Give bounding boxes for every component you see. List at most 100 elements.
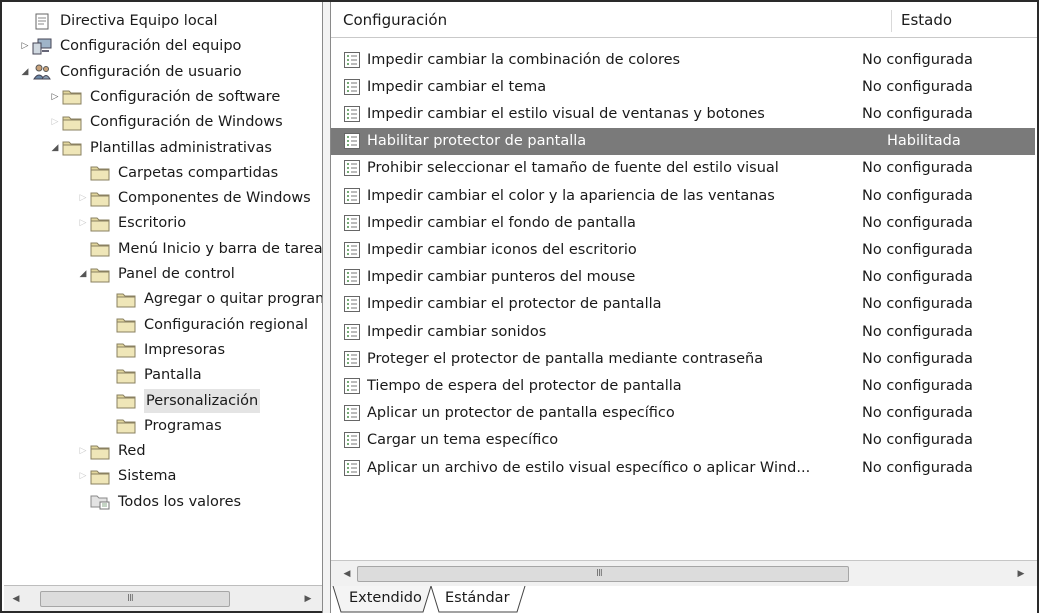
setting-state: No configurada: [862, 241, 973, 258]
table-row[interactable]: Impedir cambiar sonidos No configurada: [331, 318, 1035, 345]
tab-estandar[interactable]: Estándar: [439, 586, 516, 612]
folder-icon: [90, 468, 110, 485]
table-row[interactable]: Impedir cambiar iconos del escritorio No …: [331, 236, 1035, 263]
tree-item[interactable]: ◢ Plantillas administrativas: [48, 136, 272, 160]
setting-name: Impedir cambiar el fondo de pantalla: [367, 214, 636, 231]
table-row[interactable]: Aplicar un protector de pantalla específ…: [331, 400, 1035, 427]
tab-extendido[interactable]: Extendido: [343, 586, 428, 612]
collapse-arrow-icon[interactable]: ◢: [76, 262, 90, 286]
tree-item[interactable]: Personalización: [102, 388, 261, 413]
users-icon: [32, 63, 52, 80]
tree-item[interactable]: ▷ Configuración de Windows: [48, 110, 283, 134]
tree-item[interactable]: Agregar o quitar programas: [102, 287, 322, 311]
all-settings-icon: [90, 493, 110, 510]
scrollbar-thumb[interactable]: III: [357, 566, 849, 582]
tree-item[interactable]: ▷ Sistema: [76, 464, 176, 488]
column-separator[interactable]: [891, 10, 892, 32]
tree-item[interactable]: Menú Inicio y barra de tareas: [76, 237, 322, 261]
tree-item[interactable]: Configuración regional: [102, 313, 308, 337]
tree-item[interactable]: ▷ Componentes de Windows: [76, 186, 311, 210]
collapse-arrow-icon[interactable]: ◢: [18, 60, 32, 84]
tree-item[interactable]: Directiva Equipo local: [18, 9, 218, 33]
setting-name: Impedir cambiar el estilo visual de vent…: [367, 105, 765, 122]
setting-name: Proteger el protector de pantalla median…: [367, 350, 764, 367]
expand-arrow-icon[interactable]: ▷: [76, 464, 90, 488]
tree-item-label: Programas: [144, 417, 222, 434]
expand-arrow-icon[interactable]: ▷: [76, 186, 90, 210]
tree-item-label: Red: [118, 443, 146, 460]
scrollbar-grip: III: [127, 593, 134, 604]
pane-splitter[interactable]: [322, 2, 331, 613]
expand-arrow-icon[interactable]: ▷: [18, 34, 32, 58]
table-row[interactable]: Proteger el protector de pantalla median…: [331, 345, 1035, 372]
policy-editor-window: Directiva Equipo local ▷ Configuración del…: [0, 0, 1039, 613]
tree-horizontal-scrollbar[interactable]: ◀ III ▶: [4, 585, 322, 611]
folder-icon: [116, 341, 136, 358]
setting-name: Prohibir seleccionar el tamaño de fuente…: [367, 160, 779, 177]
table-row[interactable]: Prohibir seleccionar el tamaño de fuente…: [331, 155, 1035, 182]
tree-item[interactable]: Programas: [102, 414, 222, 438]
scrollbar-grip: III: [596, 568, 603, 579]
policy-setting-icon: [343, 323, 361, 341]
setting-state: No configurada: [862, 214, 973, 231]
navigation-tree: Directiva Equipo local ▷ Configuración del…: [4, 4, 322, 583]
setting-state: Habilitada: [887, 133, 961, 150]
tree-item-label: Impresoras: [144, 341, 225, 358]
table-row[interactable]: Cargar un tema específico No configurada: [331, 427, 1035, 454]
policy-setting-icon: [343, 459, 361, 477]
tree-item-label: Configuración de software: [90, 88, 281, 105]
column-header-configuracion[interactable]: Configuración: [343, 11, 447, 29]
setting-state: No configurada: [862, 405, 973, 422]
table-row[interactable]: Impedir cambiar el protector de pantalla…: [331, 291, 1035, 318]
scroll-right-arrow-icon[interactable]: ▶: [1013, 565, 1029, 583]
table-row[interactable]: Impedir cambiar el tema No configurada: [331, 73, 1035, 100]
expand-arrow-icon[interactable]: ▷: [76, 211, 90, 235]
table-row[interactable]: Impedir cambiar punteros del mouse No con…: [331, 264, 1035, 291]
tree-item[interactable]: ▷ Configuración de software: [48, 85, 280, 109]
table-row[interactable]: Impedir cambiar el color y la apariencia…: [331, 182, 1035, 209]
expand-arrow-icon[interactable]: ▷: [76, 439, 90, 463]
tree-item[interactable]: Impresoras: [102, 338, 225, 362]
tree-item-label: Configuración de Windows: [90, 114, 283, 131]
table-row-selected[interactable]: Habilitar protector de pantalla Habilitad…: [331, 127, 1035, 155]
scroll-left-arrow-icon[interactable]: ◀: [339, 565, 355, 583]
collapse-arrow-icon[interactable]: ◢: [48, 136, 62, 160]
tree-item[interactable]: ▷ Escritorio: [76, 211, 186, 235]
setting-name: Impedir cambiar la combinación de colore…: [367, 51, 681, 68]
policy-setting-icon: [343, 350, 361, 368]
setting-name: Impedir cambiar sonidos: [367, 323, 547, 340]
table-row[interactable]: Impedir cambiar el estilo visual de vent…: [331, 100, 1035, 127]
folder-icon: [116, 392, 136, 409]
tree-item[interactable]: ▷ Configuración del equipo: [18, 34, 241, 58]
tree-item[interactable]: ◢ Configuración de usuario: [18, 60, 242, 84]
column-header-estado[interactable]: Estado: [901, 11, 952, 29]
scroll-right-arrow-icon[interactable]: ▶: [300, 590, 316, 608]
setting-name: Aplicar un archivo de estilo visual espe…: [367, 459, 811, 476]
expand-arrow-icon[interactable]: ▷: [48, 110, 62, 134]
tree-item[interactable]: Carpetas compartidas: [76, 161, 278, 185]
setting-state: No configurada: [862, 269, 973, 286]
scrollbar-thumb[interactable]: III: [40, 591, 230, 607]
tree-item[interactable]: ▷ Red: [76, 439, 146, 463]
setting-state: No configurada: [862, 187, 973, 204]
tree-item[interactable]: ◢ Panel de control: [76, 262, 235, 286]
setting-name: Impedir cambiar el tema: [367, 78, 547, 95]
list-header: Configuración Estado: [331, 4, 1037, 38]
tree-item[interactable]: Pantalla: [102, 363, 202, 387]
list-horizontal-scrollbar[interactable]: ◀ III ▶: [331, 560, 1037, 586]
tree-item[interactable]: Todos los valores: [76, 490, 241, 514]
table-row[interactable]: Tiempo de espera del protector de pantal…: [331, 372, 1035, 399]
policy-setting-icon: [343, 132, 361, 150]
policy-setting-icon: [343, 377, 361, 395]
scroll-left-arrow-icon[interactable]: ◀: [8, 590, 24, 608]
table-row[interactable]: Impedir cambiar el fondo de pantalla No c…: [331, 209, 1035, 236]
folder-icon: [62, 114, 82, 131]
table-row[interactable]: Aplicar un archivo de estilo visual espe…: [331, 454, 1035, 481]
expand-arrow-icon[interactable]: ▷: [48, 85, 62, 109]
setting-state: No configurada: [862, 296, 973, 313]
setting-state: No configurada: [862, 323, 973, 340]
table-row[interactable]: Impedir cambiar la combinación de colore…: [331, 46, 1035, 73]
setting-name: Tiempo de espera del protector de pantal…: [367, 377, 682, 394]
policy-setting-icon: [343, 105, 361, 123]
folder-icon: [62, 139, 82, 156]
